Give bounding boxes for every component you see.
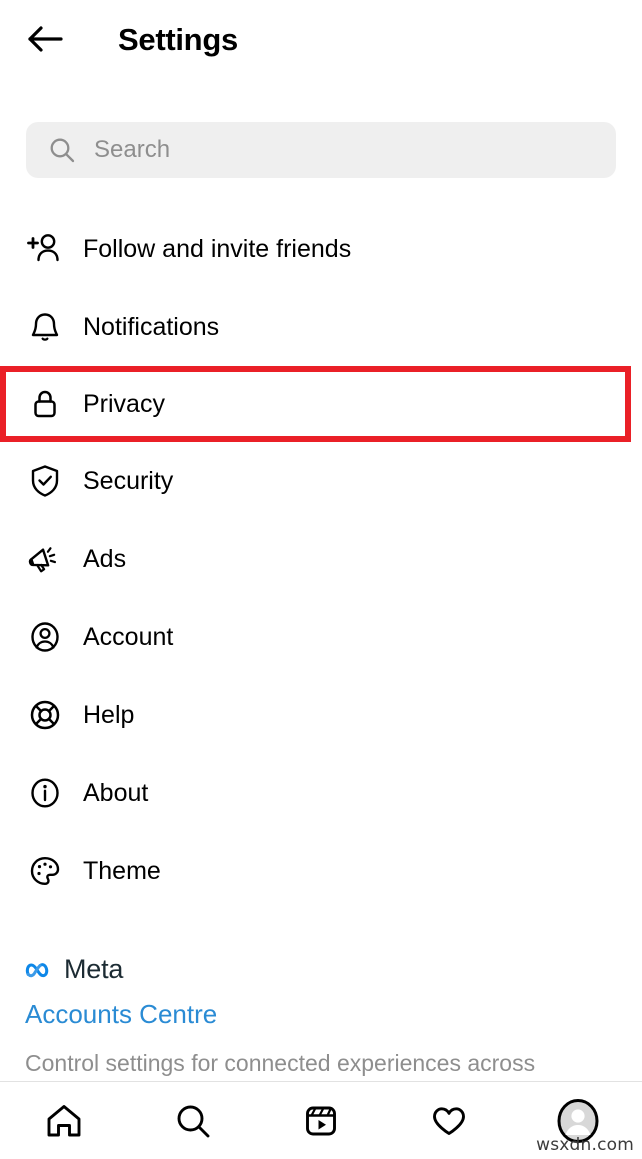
menu-item-label: Security — [83, 466, 174, 495]
lock-icon — [25, 384, 65, 424]
menu-item-label: Help — [83, 700, 135, 729]
heart-icon — [433, 1106, 466, 1135]
back-button[interactable] — [22, 16, 68, 62]
info-circle-icon — [25, 773, 65, 813]
menu-item-account[interactable]: Account — [0, 598, 642, 676]
meta-description: Control settings for connected experienc… — [25, 1049, 536, 1076]
menu-item-about[interactable]: About — [0, 754, 642, 832]
header: Settings — [0, 0, 642, 78]
nav-reels-button[interactable] — [284, 1090, 358, 1152]
menu-item-label: Theme — [83, 856, 161, 885]
search-icon — [177, 1105, 210, 1137]
lifebuoy-icon — [25, 695, 65, 735]
search-bar[interactable] — [26, 122, 616, 178]
nav-home-button[interactable] — [27, 1090, 101, 1152]
menu-item-label: Account — [83, 622, 174, 651]
settings-menu: Follow and invite friends Notifications … — [0, 210, 642, 910]
bell-icon — [25, 307, 65, 347]
menu-item-label: About — [83, 778, 149, 807]
meta-infinity-icon — [25, 959, 57, 981]
palette-icon — [25, 851, 65, 891]
nav-search-button[interactable] — [156, 1090, 230, 1152]
menu-item-privacy[interactable]: Privacy — [0, 366, 631, 442]
meta-brand-label: Meta — [64, 954, 124, 984]
megaphone-icon — [25, 539, 65, 579]
menu-item-ads[interactable]: Ads — [0, 520, 642, 598]
meta-brand-row: Meta — [25, 954, 642, 985]
search-section — [0, 122, 642, 178]
page-title: Settings — [118, 21, 238, 57]
menu-item-label: Privacy — [83, 389, 165, 418]
accounts-centre-link[interactable]: Accounts Centre — [25, 1000, 642, 1029]
home-icon — [47, 1104, 81, 1136]
person-add-icon — [25, 229, 65, 269]
menu-item-label: Follow and invite friends — [83, 234, 352, 263]
search-icon — [48, 136, 76, 164]
menu-item-notifications[interactable]: Notifications — [0, 288, 642, 366]
arrow-left-icon — [28, 26, 63, 52]
menu-item-label: Notifications — [83, 312, 220, 341]
watermark: wsxdn.com — [536, 1135, 634, 1155]
meta-section: Meta Accounts Centre Control settings fo… — [0, 954, 642, 1079]
reels-icon — [306, 1106, 336, 1135]
menu-item-security[interactable]: Security — [0, 442, 642, 520]
menu-item-label: Ads — [83, 544, 127, 573]
menu-item-theme[interactable]: Theme — [0, 832, 642, 910]
nav-activity-button[interactable] — [412, 1090, 486, 1152]
bottom-navigation-bar: wsxdn.com — [0, 1081, 642, 1159]
account-circle-icon — [25, 617, 65, 657]
search-input[interactable] — [94, 136, 594, 164]
menu-item-follow-and-invite-friends[interactable]: Follow and invite friends — [0, 210, 642, 288]
menu-item-help[interactable]: Help — [0, 676, 642, 754]
shield-check-icon — [25, 461, 65, 501]
